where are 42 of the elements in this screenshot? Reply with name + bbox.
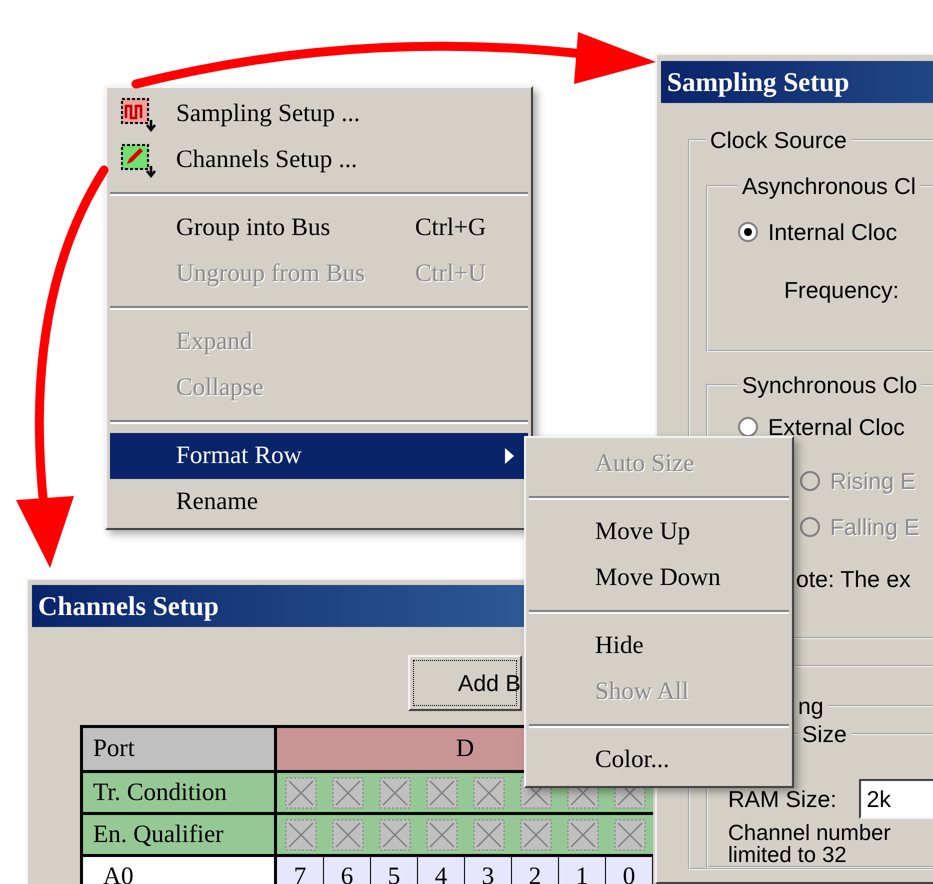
group-label: Clock Source [709, 127, 848, 153]
menu-item[interactable]: Move Up [529, 509, 789, 555]
row-label: A0 [83, 857, 277, 884]
note-text: limited to 32 [728, 844, 848, 866]
group-label: Asynchronous Cl [741, 173, 917, 199]
row-label: En. Qualifier [83, 815, 277, 857]
bit-cell: 2 [512, 857, 559, 884]
row-label: Tr. Condition [83, 773, 277, 815]
bit-cell: 5 [371, 857, 418, 884]
window-title: Sampling Setup [661, 61, 933, 103]
radio-label: Rising E [830, 468, 916, 494]
bit-cell: 3 [465, 857, 512, 884]
group-label: ng [797, 693, 825, 719]
menu-item[interactable]: Hide [529, 623, 789, 669]
bit-cell: 6 [324, 857, 371, 884]
probe-icon [120, 142, 156, 178]
waveform-icon [120, 96, 156, 132]
group-label: Size [801, 721, 848, 747]
field-label: Frequency: [784, 277, 900, 304]
radio-label: Internal Cloc [768, 218, 898, 246]
menu-item[interactable]: Group into Bus Ctrl+G [110, 205, 528, 251]
bit-cell: 4 [418, 857, 465, 884]
ram-size-field[interactable]: 2k [858, 779, 933, 819]
radio-button[interactable] [738, 222, 758, 242]
menu-item[interactable]: Move Down [529, 555, 789, 601]
radio-label: External Cloc [768, 414, 905, 440]
radio-label: Falling E [830, 514, 920, 540]
menu-item[interactable]: Channels Setup ... [110, 137, 528, 183]
menu-item[interactable]: Format Row [110, 433, 528, 479]
bit-cell: 0 [606, 857, 653, 884]
menu-item[interactable]: Rename [110, 479, 528, 525]
bit-cell: 1 [559, 857, 606, 884]
menu-item[interactable]: Sampling Setup ... [110, 91, 528, 137]
note-text: ote: The ex [796, 566, 912, 593]
column-header: Port [83, 728, 277, 773]
field-label: RAM Size: [728, 786, 837, 812]
submenu-arrow-icon [505, 448, 514, 464]
group-label: Synchronous Clo [741, 372, 918, 398]
bit-cell: 7 [277, 857, 324, 884]
note-text: Channel number [728, 822, 892, 844]
add-button[interactable]: Add B [408, 655, 522, 711]
radio-button[interactable] [738, 417, 758, 437]
